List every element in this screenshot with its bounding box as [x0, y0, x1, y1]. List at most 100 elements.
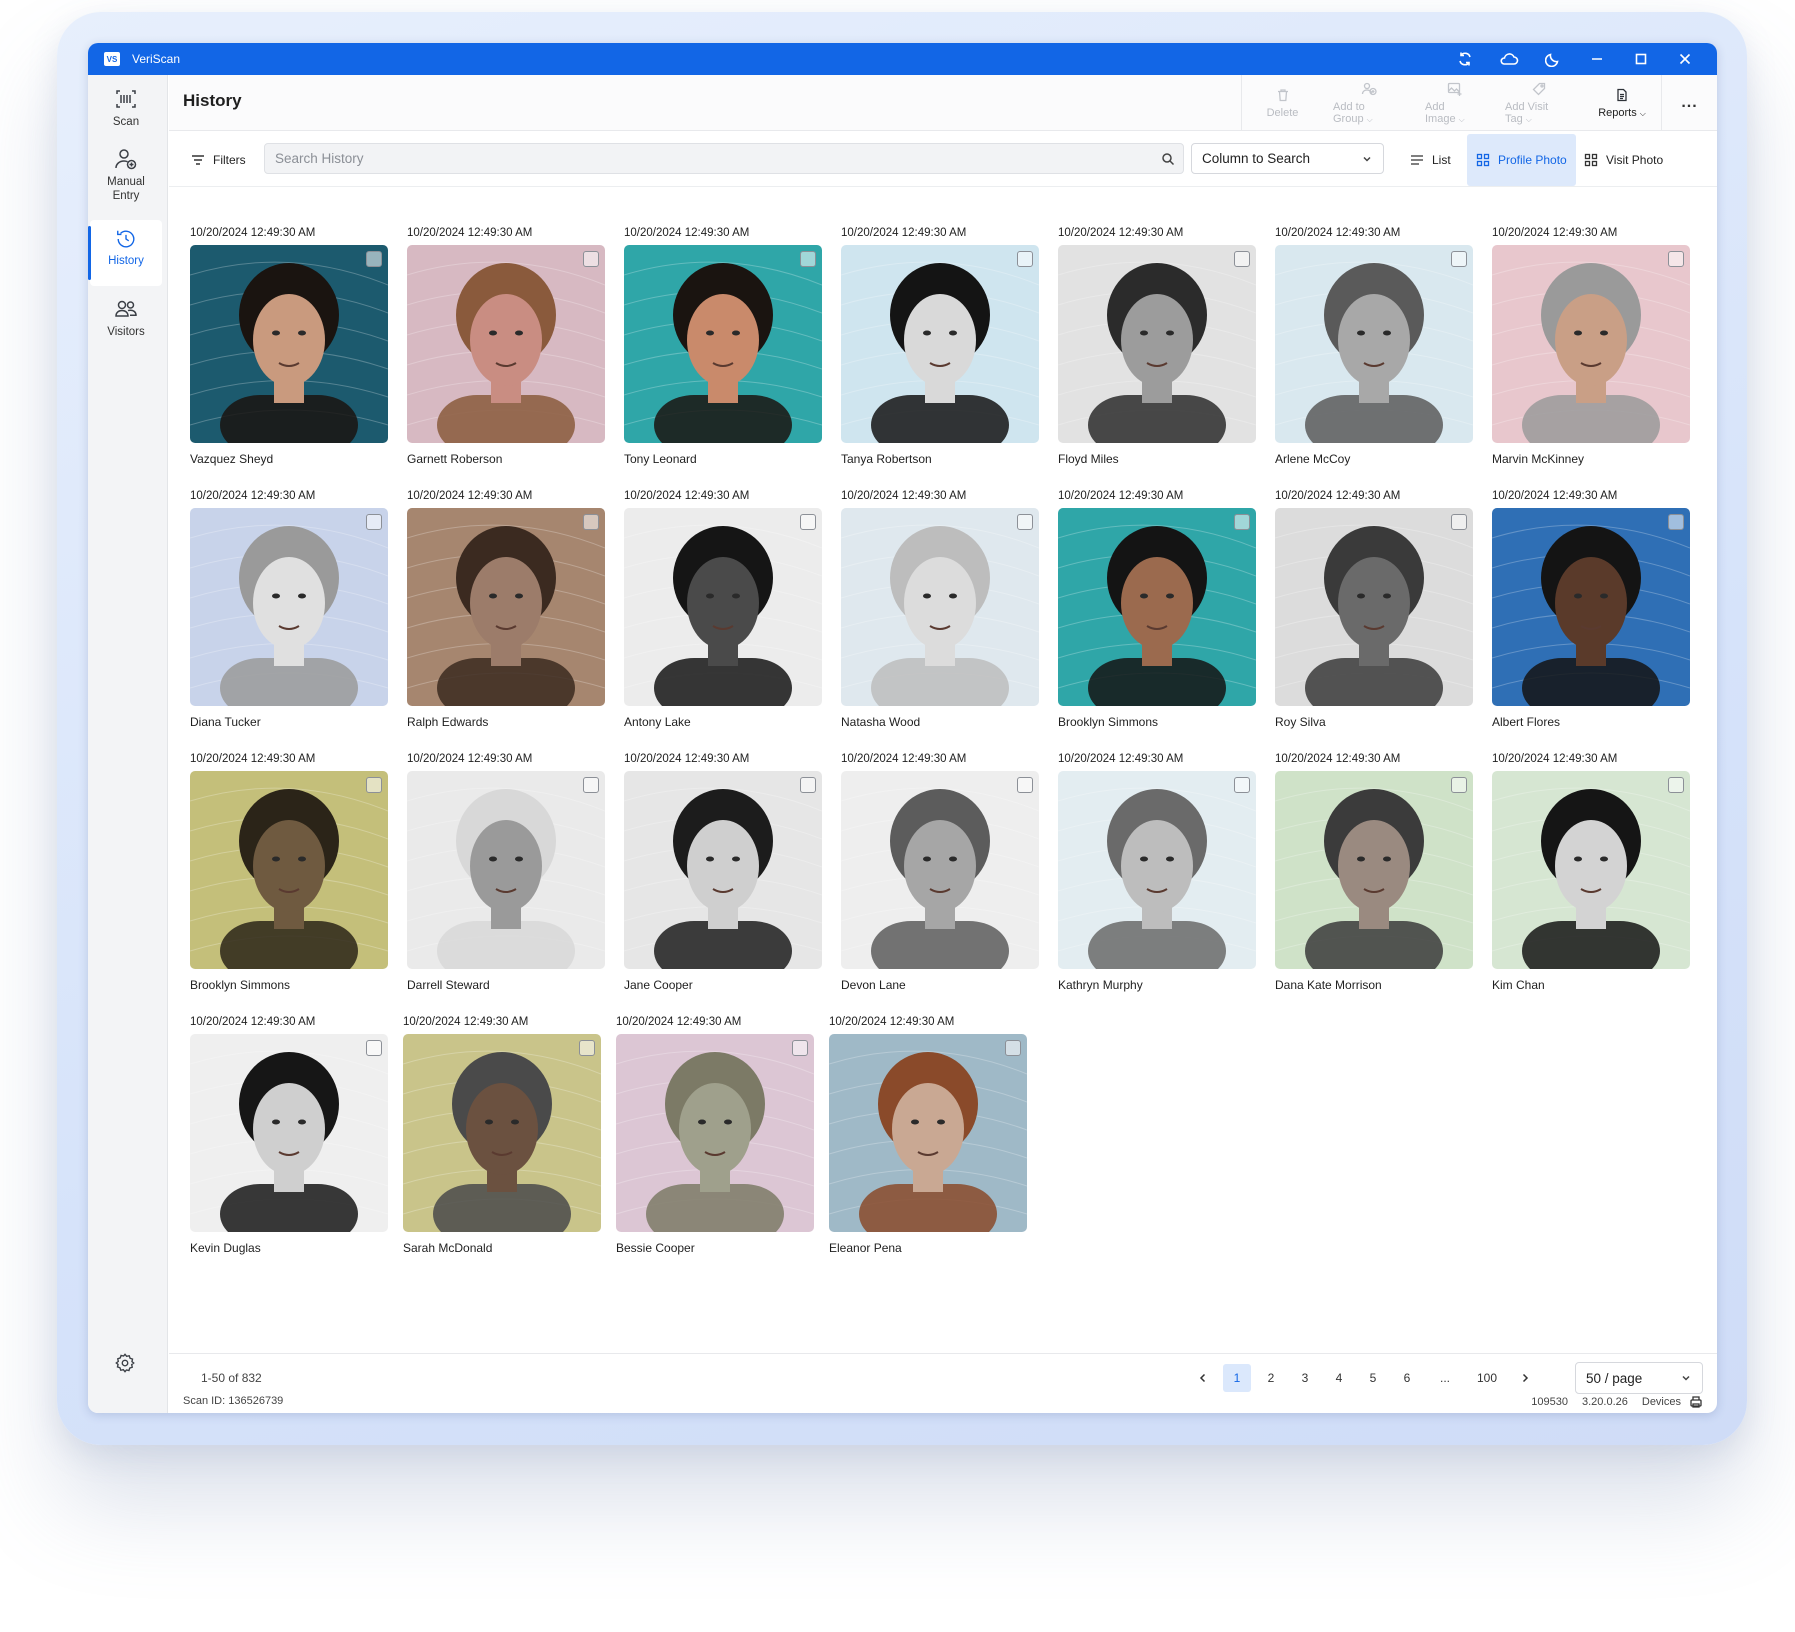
record-card[interactable]: 10/20/2024 12:49:30 AM Floyd Miles	[1058, 226, 1256, 476]
select-checkbox[interactable]	[366, 514, 382, 530]
select-checkbox[interactable]	[1451, 777, 1467, 793]
view-visit-photo-button[interactable]: Visit Photo	[1575, 134, 1672, 186]
record-name[interactable]: Kevin Duglas	[190, 1241, 261, 1255]
record-card[interactable]: 10/20/2024 12:49:30 AM Garnett Roberson	[407, 226, 605, 476]
record-card[interactable]: 10/20/2024 12:49:30 AM Arlene McCoy	[1275, 226, 1473, 476]
profile-photo[interactable]	[841, 771, 1039, 969]
record-name[interactable]: Vazquez Sheyd	[190, 452, 273, 466]
select-checkbox[interactable]	[579, 1040, 595, 1056]
select-checkbox[interactable]	[1017, 514, 1033, 530]
record-card[interactable]: 10/20/2024 12:49:30 AM Antony Lake	[624, 489, 822, 739]
view-list-button[interactable]: List	[1401, 134, 1460, 186]
sidebar-item-history[interactable]: History	[88, 220, 162, 286]
select-checkbox[interactable]	[1234, 251, 1250, 267]
record-card[interactable]: 10/20/2024 12:49:30 AM Bessie Cooper	[616, 1015, 814, 1265]
close-icon[interactable]	[1663, 43, 1707, 75]
select-checkbox[interactable]	[1668, 514, 1684, 530]
record-card[interactable]: 10/20/2024 12:49:30 AM Dana Kate Morrison	[1275, 752, 1473, 1002]
page-button[interactable]: 2	[1257, 1364, 1285, 1392]
record-card[interactable]: 10/20/2024 12:49:30 AM Tony Leonard	[624, 226, 822, 476]
settings-button[interactable]	[114, 1352, 136, 1379]
page-size-select[interactable]: 50 / page	[1575, 1362, 1703, 1394]
profile-photo[interactable]	[1492, 771, 1690, 969]
select-checkbox[interactable]	[583, 514, 599, 530]
maximize-icon[interactable]	[1619, 43, 1663, 75]
profile-photo[interactable]	[624, 245, 822, 443]
record-name[interactable]: Brooklyn Simmons	[1058, 715, 1158, 729]
record-card[interactable]: 10/20/2024 12:49:30 AM Vazquez Sheyd	[190, 226, 388, 476]
record-name[interactable]: Tony Leonard	[624, 452, 697, 466]
record-card[interactable]: 10/20/2024 12:49:30 AM Jane Cooper	[624, 752, 822, 1002]
select-checkbox[interactable]	[1017, 251, 1033, 267]
record-name[interactable]: Dana Kate Morrison	[1275, 978, 1382, 992]
record-name[interactable]: Diana Tucker	[190, 715, 261, 729]
page-button[interactable]: 100	[1469, 1364, 1505, 1392]
search-icon[interactable]	[1161, 152, 1175, 166]
page-button[interactable]: 5	[1359, 1364, 1387, 1392]
page-button[interactable]: 3	[1291, 1364, 1319, 1392]
profile-photo[interactable]	[841, 508, 1039, 706]
select-checkbox[interactable]	[583, 251, 599, 267]
record-card[interactable]: 10/20/2024 12:49:30 AM Roy Silva	[1275, 489, 1473, 739]
record-card[interactable]: 10/20/2024 12:49:30 AM Ralph Edwards	[407, 489, 605, 739]
select-checkbox[interactable]	[1234, 514, 1250, 530]
record-name[interactable]: Roy Silva	[1275, 715, 1326, 729]
profile-photo[interactable]	[190, 508, 388, 706]
record-card[interactable]: 10/20/2024 12:49:30 AM Marvin McKinney	[1492, 226, 1690, 476]
select-checkbox[interactable]	[366, 1040, 382, 1056]
sidebar-item-manual-entry[interactable]: Manual Entry	[90, 147, 162, 213]
page-button[interactable]: 1	[1223, 1364, 1251, 1392]
record-name[interactable]: Garnett Roberson	[407, 452, 502, 466]
profile-photo[interactable]	[1492, 245, 1690, 443]
record-card[interactable]: 10/20/2024 12:49:30 AM Kim Chan	[1492, 752, 1690, 1002]
record-name[interactable]: Sarah McDonald	[403, 1241, 492, 1255]
select-checkbox[interactable]	[1234, 777, 1250, 793]
record-card[interactable]: 10/20/2024 12:49:30 AM Natasha Wood	[841, 489, 1039, 739]
record-name[interactable]: Jane Cooper	[624, 978, 693, 992]
sidebar-item-scan[interactable]: Scan	[90, 87, 162, 153]
moon-icon[interactable]	[1531, 43, 1575, 75]
record-name[interactable]: Marvin McKinney	[1492, 452, 1584, 466]
record-name[interactable]: Ralph Edwards	[407, 715, 488, 729]
delete-button[interactable]: Delete	[1241, 75, 1323, 131]
next-page-button[interactable]	[1511, 1364, 1539, 1392]
search-input[interactable]	[265, 144, 1161, 173]
select-checkbox[interactable]	[583, 777, 599, 793]
profile-photo[interactable]	[1275, 508, 1473, 706]
column-to-search-select[interactable]: Column to Search	[1191, 143, 1384, 174]
profile-photo[interactable]	[407, 508, 605, 706]
record-name[interactable]: Natasha Wood	[841, 715, 920, 729]
record-name[interactable]: Bessie Cooper	[616, 1241, 695, 1255]
select-checkbox[interactable]	[1451, 251, 1467, 267]
record-card[interactable]: 10/20/2024 12:49:30 AM Kathryn Murphy	[1058, 752, 1256, 1002]
add-image-button[interactable]: Add Image ⌵	[1415, 75, 1495, 131]
sync-icon[interactable]	[1443, 43, 1487, 75]
record-name[interactable]: Kathryn Murphy	[1058, 978, 1143, 992]
select-checkbox[interactable]	[800, 777, 816, 793]
record-name[interactable]: Albert Flores	[1492, 715, 1560, 729]
profile-photo[interactable]	[190, 1034, 388, 1232]
profile-photo[interactable]	[190, 245, 388, 443]
select-checkbox[interactable]	[366, 777, 382, 793]
profile-photo[interactable]	[1492, 508, 1690, 706]
prev-page-button[interactable]	[1189, 1364, 1217, 1392]
record-card[interactable]: 10/20/2024 12:49:30 AM Tanya Robertson	[841, 226, 1039, 476]
record-name[interactable]: Arlene McCoy	[1275, 452, 1350, 466]
record-name[interactable]: Eleanor Pena	[829, 1241, 902, 1255]
record-card[interactable]: 10/20/2024 12:49:30 AM Sarah McDonald	[403, 1015, 601, 1265]
add-visit-tag-button[interactable]: Add Visit Tag ⌵	[1495, 75, 1583, 131]
reports-button[interactable]: Reports ⌵	[1583, 75, 1661, 131]
filters-button[interactable]: Filters	[183, 146, 254, 174]
select-checkbox[interactable]	[800, 514, 816, 530]
profile-photo[interactable]	[616, 1034, 814, 1232]
record-name[interactable]: Brooklyn Simmons	[190, 978, 290, 992]
record-card[interactable]: 10/20/2024 12:49:30 AM Kevin Duglas	[190, 1015, 388, 1265]
record-name[interactable]: Darrell Steward	[407, 978, 490, 992]
record-name[interactable]: Devon Lane	[841, 978, 906, 992]
page-button[interactable]: 6	[1393, 1364, 1421, 1392]
profile-photo[interactable]	[841, 245, 1039, 443]
profile-photo[interactable]	[403, 1034, 601, 1232]
minimize-icon[interactable]	[1575, 43, 1619, 75]
profile-photo[interactable]	[1058, 245, 1256, 443]
record-card[interactable]: 10/20/2024 12:49:30 AM Darrell Steward	[407, 752, 605, 1002]
